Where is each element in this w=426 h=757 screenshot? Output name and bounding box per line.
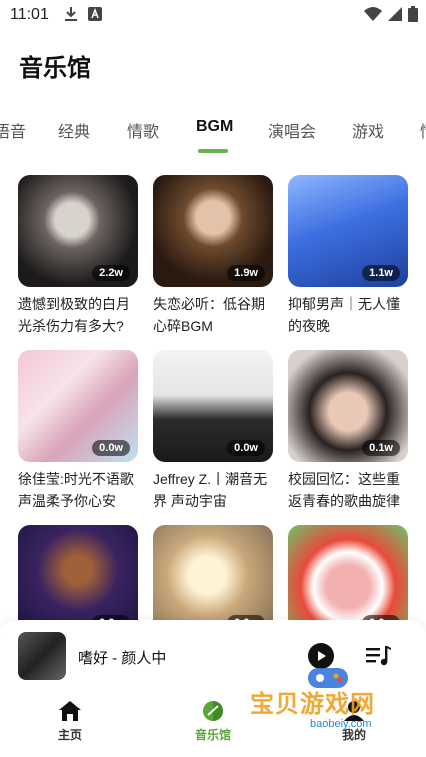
play-count-badge: 1.1w: [362, 265, 400, 281]
now-playing-cover[interactable]: [18, 632, 66, 680]
status-bar: 11:01: [0, 0, 426, 30]
playlist-card[interactable]: 2.2w 遗憾到极致的白月光杀伤力有多大?: [18, 175, 138, 337]
wifi-icon: [364, 7, 382, 21]
playlist-card[interactable]: 0.0w Jeffrey Z.丨潮音无界 声动宇宙: [153, 350, 273, 512]
music-hall-icon: [203, 701, 223, 721]
playlist-card[interactable]: 1.9w 失恋必听：低谷期心碎BGM: [153, 175, 273, 337]
tab-huayu[interactable]: 华语音: [0, 118, 26, 142]
signal-icon: [388, 7, 402, 21]
category-tabs: 华语音 经典 情歌 BGM 演唱会 游戏 情: [0, 112, 426, 156]
play-count-badge: 1.9w: [227, 265, 265, 281]
play-count-badge: 0.0w: [227, 440, 265, 456]
playlist-title: 徐佳莹:时光不语歌声温柔予你心安: [18, 471, 134, 509]
nav-home[interactable]: 主页: [25, 700, 115, 743]
home-icon: [59, 701, 81, 721]
page-title: 音乐馆: [19, 55, 91, 82]
playlist-cover: 1.1w: [288, 175, 408, 287]
playlist-grid: 2.2w 遗憾到极致的白月光杀伤力有多大? 1.9w 失恋必听：低谷期心碎BGM…: [0, 175, 426, 630]
tab-more[interactable]: 情: [420, 118, 426, 142]
playlist-title: Jeffrey Z.丨潮音无界 声动宇宙: [153, 471, 268, 509]
playlist-cover: 0.0w: [153, 525, 273, 630]
now-playing-title[interactable]: 嗜好 - 颜人中: [78, 647, 166, 668]
playlist-title: 抑郁男声｜无人懂的夜晚: [288, 296, 400, 334]
playlist-card[interactable]: 0.1w 校园回忆：这些重返青春的歌曲旋律: [288, 350, 408, 512]
watermark-logo: 宝贝游戏网 baobeiy.com: [250, 666, 410, 751]
tab-games[interactable]: 游戏: [352, 118, 384, 142]
watermark-url: baobeiy.com: [310, 718, 372, 730]
active-tab-indicator: [198, 149, 228, 153]
playlist-icon[interactable]: [366, 644, 392, 668]
download-icon: [65, 7, 77, 21]
nav-home-label: 主页: [57, 728, 82, 742]
tab-concert[interactable]: 演唱会: [268, 118, 316, 142]
tab-love-songs[interactable]: 情歌: [127, 118, 159, 142]
tab-bgm[interactable]: BGM: [196, 118, 233, 136]
play-icon: [318, 651, 326, 661]
status-time: 11:01: [10, 6, 49, 23]
playlist-title: 校园回忆：这些重返青春的歌曲旋律: [288, 471, 400, 509]
playlist-cover: 0.1w: [288, 350, 408, 462]
playlist-cover: 0.0w: [153, 350, 273, 462]
tab-classic[interactable]: 经典: [58, 118, 90, 142]
play-count-badge: 2.2w: [92, 265, 130, 281]
playlist-cover: 0.0w: [18, 525, 138, 630]
playlist-cover: 0.0w: [18, 350, 138, 462]
watermark-text: 宝贝游戏网: [250, 691, 375, 718]
battery-icon: [408, 6, 418, 22]
nav-music-hall[interactable]: 音乐馆: [168, 700, 258, 743]
nav-music-hall-label: 音乐馆: [194, 728, 231, 742]
playlist-card[interactable]: 0.0w: [153, 525, 273, 630]
play-count-badge: 0.1w: [362, 440, 400, 456]
playlist-card[interactable]: 0.0w: [18, 525, 138, 630]
playlist-card[interactable]: 0.0w 徐佳莹:时光不语歌声温柔予你心安: [18, 350, 138, 512]
playlist-cover: 0.0w: [288, 525, 408, 630]
playlist-cover: 2.2w: [18, 175, 138, 287]
font-icon: [88, 7, 102, 21]
playlist-card[interactable]: 1.1w 抑郁男声｜无人懂的夜晚: [288, 175, 408, 337]
playlist-card[interactable]: 0.0w: [288, 525, 408, 630]
play-count-badge: 0.0w: [92, 440, 130, 456]
playlist-title: 失恋必听：低谷期心碎BGM: [153, 296, 265, 334]
playlist-cover: 1.9w: [153, 175, 273, 287]
playlist-title: 遗憾到极致的白月光杀伤力有多大?: [18, 296, 130, 334]
